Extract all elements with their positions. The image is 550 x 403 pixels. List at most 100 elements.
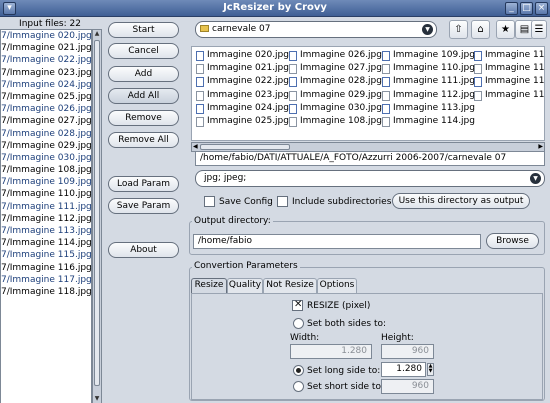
maximize-icon[interactable]: □ (520, 2, 533, 15)
close-icon[interactable]: × (535, 2, 548, 15)
file-grid-item[interactable]: Immagine 027.jpg (289, 63, 382, 75)
list-item[interactable]: 7/Immagine 109.jpg (1, 176, 91, 188)
scroll-down-icon[interactable]: ▼ (93, 395, 101, 403)
file-grid-item[interactable]: Immagine 114.jpg (382, 116, 475, 127)
list-item[interactable]: 7/Immagine 023.jpg (1, 67, 91, 79)
long-side-radio[interactable] (293, 365, 304, 376)
file-grid-item[interactable]: Immagine 118 (474, 90, 544, 101)
folder-combo[interactable]: carnevale 07 ▼ (195, 21, 437, 38)
list-item[interactable]: 7/Immagine 112.jpg (1, 213, 91, 225)
chevron-down-icon[interactable]: ▼ (530, 173, 541, 184)
both-sides-radio[interactable] (293, 318, 304, 329)
add-all-button[interactable]: Add All (108, 88, 179, 104)
file-grid-item[interactable]: Immagine 116 (474, 63, 544, 75)
list-item[interactable]: 7/Immagine 110.jpg (1, 188, 91, 200)
list-item[interactable]: 7/Immagine 029.jpg (1, 140, 91, 152)
list-item[interactable]: 7/Immagine 115.jpg (1, 249, 91, 261)
include-subdirectories-checkbox[interactable] (277, 196, 288, 207)
file-icon (382, 117, 390, 127)
use-directory-as-output-button[interactable]: Use this directory as output (392, 193, 530, 209)
remove-all-button[interactable]: Remove All (108, 132, 179, 148)
list-item[interactable]: 7/Immagine 113.jpg (1, 225, 91, 237)
short-side-radio[interactable] (293, 381, 304, 392)
file-grid-item[interactable]: Immagine 030.jpg (289, 103, 382, 114)
list-item[interactable]: 7/Immagine 030.jpg (1, 152, 91, 164)
file-chooser-grid[interactable]: Immagine 020.jpg Immagine 021.jpg Immagine… (191, 46, 545, 141)
list-item[interactable]: 7/Immagine 028.jpg (1, 128, 91, 140)
list-item[interactable]: 7/Immagine 027.jpg (1, 115, 91, 127)
long-side-spinner[interactable]: ▲ ▼ (427, 363, 434, 376)
list-item[interactable]: 7/Immagine 114.jpg (1, 237, 91, 249)
list-item[interactable]: 7/Immagine 026.jpg (1, 103, 91, 115)
file-grid-item[interactable]: Immagine 028.jpg (289, 76, 382, 88)
long-side-field[interactable]: 1.280 (381, 362, 426, 377)
file-grid-item[interactable]: Immagine 112.jpg (382, 90, 475, 101)
width-field[interactable]: 1.280 (290, 344, 372, 359)
file-grid-item-label: Immagine 112.jpg (393, 89, 475, 100)
scroll-right-icon[interactable]: ▶ (538, 143, 543, 150)
list-item[interactable]: 7/Immagine 025.jpg (1, 91, 91, 103)
file-grid-item[interactable]: Immagine 026.jpg (289, 50, 382, 61)
list-item[interactable]: 7/Immagine 117.jpg (1, 274, 91, 286)
about-button[interactable]: About (108, 242, 179, 258)
file-icon (289, 64, 297, 75)
tab-resize[interactable]: Resize (191, 278, 227, 293)
chevron-down-icon[interactable]: ▼ (422, 24, 433, 35)
file-grid-item[interactable]: Immagine 117 (474, 76, 544, 88)
file-grid-item-label: Immagine 023.jpg (207, 89, 289, 100)
new-folder-icon[interactable]: ★ (496, 20, 515, 39)
save-config-checkbox[interactable] (204, 196, 215, 207)
resize-label: RESIZE (pixel) (307, 301, 371, 311)
cancel-button[interactable]: Cancel (108, 43, 179, 59)
file-grid-item[interactable]: Immagine 029.jpg (289, 90, 382, 101)
file-icon (289, 77, 297, 88)
output-directory-field[interactable]: /home/fabio (193, 234, 481, 249)
save-param-button[interactable]: Save Param (108, 198, 179, 214)
files-scroll-thumb[interactable] (94, 40, 100, 386)
list-item[interactable]: 7/Immagine 020.jpg (1, 30, 91, 42)
list-item[interactable]: 7/Immagine 021.jpg (1, 42, 91, 54)
short-side-field[interactable]: 960 (381, 379, 434, 394)
path-field[interactable]: /home/fabio/DATI/ATTUALE/A_FOTO/Azzurri … (195, 151, 545, 166)
file-grid-item[interactable]: Immagine 108.jpg (289, 116, 382, 127)
tab-quality[interactable]: Quality (227, 278, 263, 293)
input-files-list[interactable]: 7/Immagine 020.jpg 7/Immagine 021.jpg 7/Im… (0, 29, 92, 403)
file-grid-item[interactable]: Immagine 115 (474, 50, 545, 61)
title-bar: ▾ JcResizer by Crovy _ □ × (0, 0, 550, 17)
file-grid-item[interactable]: Immagine 020.jpg (196, 50, 289, 61)
grid-scroll-thumb[interactable] (200, 144, 290, 150)
file-grid-item[interactable]: Immagine 023.jpg (196, 90, 289, 101)
list-item[interactable]: 7/Immagine 118.jpg (1, 286, 91, 298)
file-grid-item[interactable]: Immagine 025.jpg (196, 116, 289, 127)
file-grid-item[interactable]: Immagine 022.jpg (196, 76, 289, 88)
add-button[interactable]: Add (108, 66, 179, 82)
browse-button[interactable]: Browse (486, 233, 539, 249)
start-button[interactable]: Start (108, 22, 179, 38)
scroll-left-icon[interactable]: ◀ (193, 143, 198, 150)
scroll-up-icon[interactable]: ▲ (93, 30, 101, 39)
list-item[interactable]: 7/Immagine 024.jpg (1, 79, 91, 91)
tab-options[interactable]: Options (317, 278, 357, 293)
list-item[interactable]: 7/Immagine 108.jpg (1, 164, 91, 176)
file-grid-item[interactable]: Immagine 021.jpg (196, 63, 289, 75)
minimize-icon[interactable]: _ (505, 2, 518, 15)
files-scrollbar[interactable]: ▲ ▼ (92, 29, 102, 403)
remove-button[interactable]: Remove (108, 110, 179, 126)
details-view-icon[interactable]: ☰ (531, 20, 547, 39)
file-grid-item[interactable]: Immagine 113.jpg (382, 103, 475, 114)
filter-combo[interactable]: jpg; jpeg; ▼ (195, 170, 545, 187)
list-item[interactable]: 7/Immagine 116.jpg (1, 262, 91, 274)
go-up-icon[interactable]: ⇧ (449, 20, 468, 39)
resize-checkbox[interactable] (292, 299, 303, 311)
height-field[interactable]: 960 (381, 344, 434, 359)
file-grid-item[interactable]: Immagine 109.jpg (382, 50, 475, 61)
file-grid-item-label: Immagine 115 (485, 50, 545, 60)
tab-not-resize[interactable]: Not Resize (263, 278, 317, 293)
file-grid-item[interactable]: Immagine 111.jpg (382, 76, 475, 88)
home-icon[interactable]: ⌂ (471, 20, 490, 39)
file-grid-item[interactable]: Immagine 110.jpg (382, 63, 475, 75)
file-grid-item[interactable]: Immagine 024.jpg (196, 103, 289, 114)
load-param-button[interactable]: Load Param (108, 176, 179, 192)
list-item[interactable]: 7/Immagine 022.jpg (1, 54, 91, 66)
list-item[interactable]: 7/Immagine 111.jpg (1, 201, 91, 213)
